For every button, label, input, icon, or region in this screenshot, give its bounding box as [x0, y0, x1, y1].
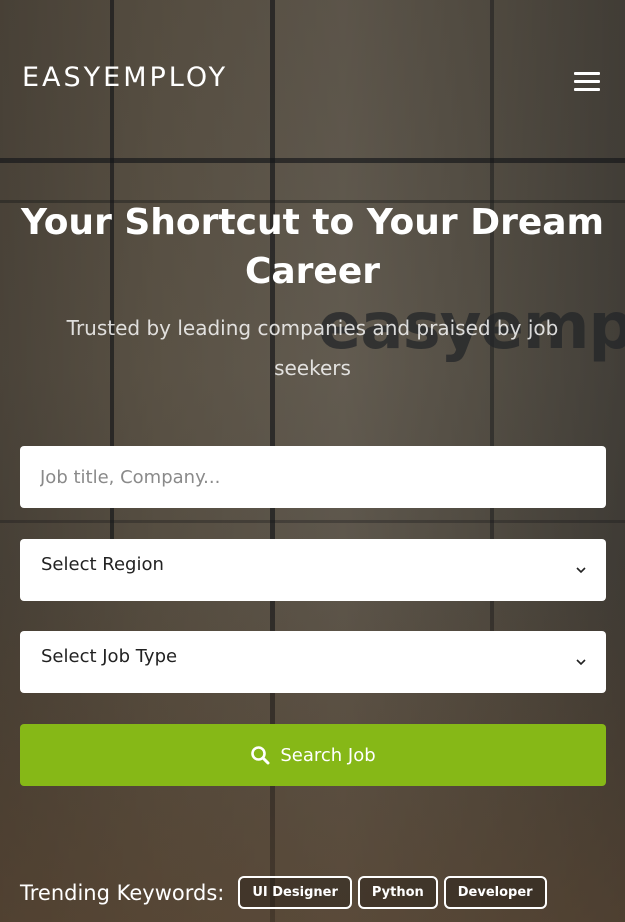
keyword-chip-developer[interactable]: Developer	[443, 876, 547, 909]
keyword-chip-python[interactable]: Python	[357, 876, 438, 909]
search-icon	[251, 746, 270, 765]
keyword-chip-ui-designer[interactable]: UI Designer	[238, 876, 352, 909]
trending-keywords: Trending Keywords: UI Designer Python De…	[20, 876, 547, 909]
hero-section: easyemp EASYEMPLOY Your Shortcut to Your…	[0, 0, 625, 922]
brand-logo[interactable]: EASYEMPLOY	[22, 62, 228, 93]
region-select-label: Select Region	[41, 554, 164, 575]
search-job-button[interactable]: Search Job	[20, 724, 606, 786]
glass-frame-beam	[0, 520, 625, 523]
trending-keywords-label: Trending Keywords:	[20, 880, 225, 905]
chevron-down-icon	[576, 659, 586, 666]
job-keyword-input[interactable]	[20, 446, 606, 508]
hero-title: Your Shortcut to Your Dream Career	[20, 202, 605, 292]
menu-bar	[574, 88, 600, 91]
job-type-select-label: Select Job Type	[41, 646, 178, 667]
menu-bar	[574, 72, 600, 75]
glass-frame-beam	[0, 158, 625, 163]
chevron-down-icon	[576, 567, 586, 574]
search-job-button-label: Search Job	[280, 744, 376, 766]
hero-subtitle: Trusted by leading companies and praised…	[66, 316, 559, 380]
region-select[interactable]: Select Region	[20, 539, 606, 601]
menu-bar	[574, 80, 600, 83]
hamburger-menu-icon[interactable]	[572, 70, 602, 92]
job-type-select[interactable]: Select Job Type	[20, 631, 606, 693]
